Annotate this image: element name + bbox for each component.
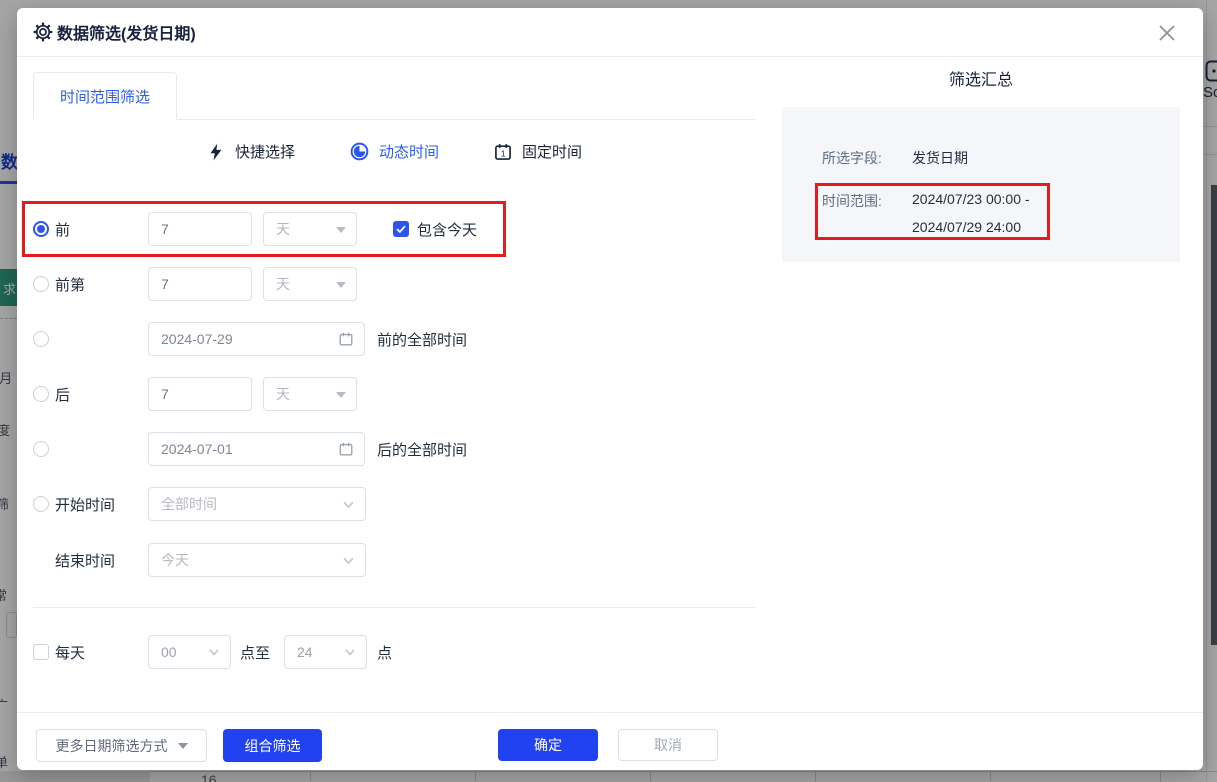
end-time-select[interactable]: 今天 bbox=[148, 543, 366, 577]
radio-after-all[interactable] bbox=[33, 441, 49, 457]
mode-label: 快捷选择 bbox=[235, 141, 295, 162]
before-all-date-input[interactable]: 2024-07-29 bbox=[148, 322, 365, 356]
calendar-icon bbox=[338, 441, 354, 457]
summary-range-line1: 2024/07/23 00:00 - bbox=[912, 191, 1030, 207]
chevron-down-icon bbox=[342, 554, 355, 567]
dialog-title: 数据筛选(发货日期) bbox=[57, 20, 196, 44]
radio-start-time[interactable] bbox=[33, 496, 49, 512]
unit-value: 天 bbox=[276, 274, 290, 294]
before-unit-select[interactable]: 天 bbox=[263, 212, 357, 246]
caret-down-icon bbox=[336, 227, 346, 238]
before-count-value: 7 bbox=[161, 221, 169, 237]
mode-fixed-time[interactable]: 1 固定时间 bbox=[493, 141, 582, 162]
caret-down-icon bbox=[336, 282, 346, 293]
after-count-value: 7 bbox=[161, 386, 169, 402]
combo-filter-button[interactable]: 组合筛选 bbox=[223, 729, 322, 762]
summary-range-label: 时间范围: bbox=[822, 191, 882, 211]
radio-before[interactable] bbox=[33, 221, 49, 237]
filter-row-before-nth: 前第 7 天 bbox=[33, 267, 357, 301]
before-count-input[interactable]: 7 bbox=[148, 212, 252, 246]
tab-time-range-filter[interactable]: 时间范围筛选 bbox=[33, 72, 177, 120]
svg-text:1: 1 bbox=[501, 148, 506, 158]
mode-label: 动态时间 bbox=[379, 141, 439, 162]
caret-down-icon bbox=[336, 392, 346, 403]
before-nth-count-input[interactable]: 7 bbox=[148, 267, 252, 301]
daily-to-value: 24 bbox=[297, 644, 313, 660]
more-date-filter-button[interactable]: 更多日期筛选方式 bbox=[36, 729, 207, 762]
calendar-icon: 1 bbox=[493, 142, 513, 162]
mode-label: 固定时间 bbox=[522, 141, 582, 162]
daily-between-label: 点至 bbox=[240, 642, 270, 663]
section-divider bbox=[33, 607, 755, 608]
screen: 数 求 1月 合度 筛 常 广 表单 Sc 16 bbox=[0, 0, 1217, 782]
chevron-down-icon bbox=[344, 646, 356, 658]
close-button[interactable] bbox=[1155, 21, 1179, 45]
daily-suffix: 点 bbox=[377, 642, 392, 663]
after-unit-select[interactable]: 天 bbox=[263, 377, 357, 411]
row-label: 开始时间 bbox=[55, 494, 148, 515]
summary-range-line2: 2024/07/29 24:00 bbox=[912, 219, 1021, 235]
radio-after[interactable] bbox=[33, 386, 49, 402]
caret-down-icon bbox=[178, 743, 188, 754]
daily-from-value: 00 bbox=[161, 644, 177, 660]
dialog-footer: 更多日期筛选方式 组合筛选 确定 取消 bbox=[17, 712, 1203, 770]
row-label: 后 bbox=[55, 384, 148, 405]
include-today-label: 包含今天 bbox=[417, 219, 477, 240]
before-nth-unit-select[interactable]: 天 bbox=[263, 267, 357, 301]
calendar-icon bbox=[338, 331, 354, 347]
mode-selector: 快捷选择 动态时间 1 固定时间 bbox=[33, 141, 755, 162]
end-time-value: 今天 bbox=[161, 550, 189, 570]
filter-row-after-all: 2024-07-01 后的全部时间 bbox=[33, 432, 467, 466]
row-label: 前 bbox=[55, 219, 148, 240]
date-value: 2024-07-01 bbox=[161, 441, 233, 457]
radio-before-all[interactable] bbox=[33, 331, 49, 347]
radio-before-nth[interactable] bbox=[33, 276, 49, 292]
more-date-filter-label: 更多日期筛选方式 bbox=[56, 736, 168, 756]
confirm-button[interactable]: 确定 bbox=[498, 729, 598, 761]
dialog-header: 数据筛选(发货日期) bbox=[17, 8, 1203, 57]
after-count-input[interactable]: 7 bbox=[148, 377, 252, 411]
row-label: 每天 bbox=[55, 642, 148, 663]
close-icon bbox=[1155, 21, 1179, 45]
summary-panel: 所选字段: 发货日期 时间范围: 2024/07/23 00:00 - 2024… bbox=[782, 107, 1180, 262]
summary-title: 筛选汇总 bbox=[782, 66, 1180, 90]
filter-row-start-time: 开始时间 全部时间 bbox=[33, 487, 366, 521]
row-suffix: 后的全部时间 bbox=[377, 439, 467, 460]
unit-value: 天 bbox=[276, 219, 290, 239]
chevron-down-icon bbox=[208, 646, 220, 658]
summary-field-label: 所选字段: bbox=[822, 148, 882, 168]
daily-to-select[interactable]: 24 bbox=[284, 635, 367, 669]
gear-icon bbox=[33, 22, 53, 42]
before-nth-count-value: 7 bbox=[161, 276, 169, 292]
mode-quick-select[interactable]: 快捷选择 bbox=[206, 141, 295, 162]
start-time-value: 全部时间 bbox=[161, 494, 217, 514]
filter-row-before: 前 7 天 包含今天 bbox=[33, 212, 477, 246]
filter-row-daily: 每天 00 点至 24 点 bbox=[33, 635, 392, 669]
filter-row-before-all: 2024-07-29 前的全部时间 bbox=[33, 322, 467, 356]
tab-bar: 时间范围筛选 bbox=[33, 73, 755, 120]
clock-icon bbox=[349, 141, 370, 162]
include-today-checkbox[interactable] bbox=[393, 221, 409, 237]
after-all-date-input[interactable]: 2024-07-01 bbox=[148, 432, 365, 466]
unit-value: 天 bbox=[276, 384, 290, 404]
cancel-button[interactable]: 取消 bbox=[618, 729, 718, 761]
row-suffix: 前的全部时间 bbox=[377, 329, 467, 350]
lightning-icon bbox=[206, 142, 226, 162]
filter-row-after: 后 7 天 bbox=[33, 377, 357, 411]
date-value: 2024-07-29 bbox=[161, 331, 233, 347]
summary-field-value: 发货日期 bbox=[912, 148, 968, 168]
daily-from-select[interactable]: 00 bbox=[148, 635, 231, 669]
filter-row-end-time: 结束时间 今天 bbox=[33, 543, 366, 577]
check-icon bbox=[394, 222, 408, 236]
row-label: 前第 bbox=[55, 274, 148, 295]
row-label: 结束时间 bbox=[55, 550, 148, 571]
data-filter-dialog: 数据筛选(发货日期) 时间范围筛选 快捷选择 动 bbox=[17, 8, 1203, 770]
daily-checkbox[interactable] bbox=[33, 644, 49, 660]
start-time-select[interactable]: 全部时间 bbox=[148, 487, 366, 521]
mode-dynamic-time[interactable]: 动态时间 bbox=[349, 141, 439, 162]
chevron-down-icon bbox=[342, 498, 355, 511]
